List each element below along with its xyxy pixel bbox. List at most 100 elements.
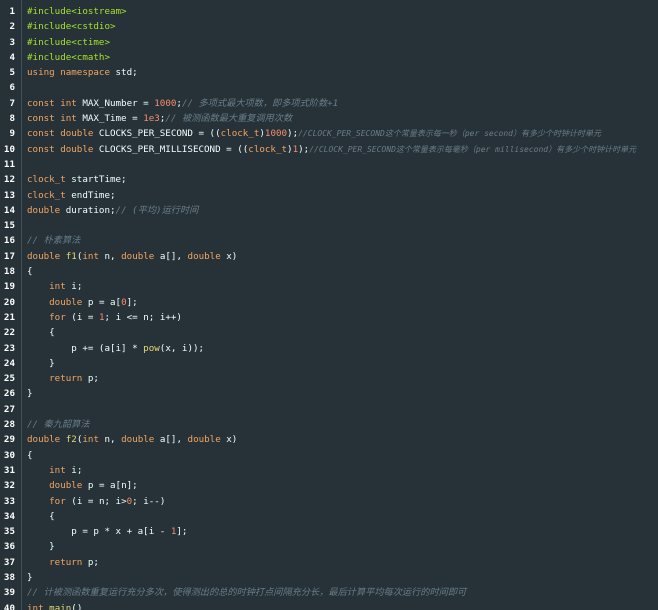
code-token: MAX_Time = bbox=[76, 113, 144, 125]
code-token: double bbox=[27, 204, 61, 216]
code-token: x) bbox=[220, 250, 238, 262]
line-number: 19 bbox=[3, 281, 15, 293]
code-token: const double bbox=[27, 128, 94, 140]
code-line[interactable]: { bbox=[27, 509, 658, 524]
code-token: double bbox=[49, 480, 83, 492]
code-token: } bbox=[27, 357, 55, 369]
code-line[interactable]: #include<iostream> bbox=[27, 4, 658, 19]
line-number: 31 bbox=[3, 464, 15, 476]
code-token: double bbox=[187, 434, 221, 446]
line-number: 26 bbox=[3, 388, 15, 400]
code-token: <ctime> bbox=[71, 36, 110, 48]
code-token: main bbox=[49, 602, 72, 610]
code-line[interactable]: #include<ctime> bbox=[27, 35, 658, 50]
code-token: ; i <= n; i++) bbox=[104, 311, 182, 323]
code-line[interactable]: } bbox=[27, 386, 658, 401]
code-line[interactable]: int i; bbox=[27, 463, 658, 478]
code-token: n, bbox=[98, 434, 122, 446]
code-line[interactable]: using namespace std; bbox=[27, 65, 658, 80]
code-token: p = a[n]; bbox=[82, 480, 138, 492]
code-token: n, bbox=[98, 250, 122, 262]
code-line[interactable]: // 计被测函数重复运行充分多次，使得测出的总的时钟打点间隔充分长，最后计算平均… bbox=[27, 585, 658, 600]
line-number: 3 bbox=[9, 36, 15, 48]
code-line[interactable]: double p = a[0]; bbox=[27, 295, 658, 310]
code-line[interactable]: // 朴素算法 bbox=[27, 233, 658, 248]
code-line[interactable]: // 秦九韶算法 bbox=[27, 417, 658, 432]
line-number: 23 bbox=[3, 342, 15, 354]
line-number: 32 bbox=[3, 480, 15, 492]
code-line[interactable]: for (i = 1; i <= n; i++) bbox=[27, 310, 658, 325]
code-line[interactable]: #include<cmath> bbox=[27, 50, 658, 65]
code-line[interactable]: const double CLOCKS_PER_SECOND = ((clock… bbox=[27, 126, 658, 141]
code-token: clock_t bbox=[220, 128, 260, 140]
code-line[interactable]: const int MAX_Time = 1e3;// 被测函数最大重复调用次数 bbox=[27, 111, 658, 126]
code-line[interactable]: int i; bbox=[27, 279, 658, 294]
code-token: return bbox=[49, 373, 83, 385]
code-token: ; i--) bbox=[132, 495, 166, 507]
code-editor[interactable]: 1 2 3 4 5 6 7 8 9 10 11 12 13 14 15 16 17 18 19 20 21 22 23 24 2… bbox=[0, 0, 658, 610]
code-token: (i = n; i> bbox=[65, 495, 127, 507]
code-token: f1 bbox=[65, 250, 77, 262]
code-token: double bbox=[49, 296, 83, 308]
code-line[interactable]: { bbox=[27, 325, 658, 340]
code-token: CLOCKS_PER_MILLISECOND = (( bbox=[93, 143, 249, 155]
line-number: 28 bbox=[3, 419, 15, 431]
code-token: clock_t bbox=[248, 143, 288, 155]
code-token: endTime; bbox=[65, 189, 116, 201]
line-number: 30 bbox=[3, 449, 15, 461]
code-token: // 被测函数最大重复调用次数 bbox=[165, 113, 293, 125]
code-line[interactable]: const double CLOCKS_PER_MILLISECOND = ((… bbox=[27, 142, 658, 157]
code-line[interactable]: { bbox=[27, 448, 658, 463]
code-line[interactable]: p += (a[i] * pow(x, i)); bbox=[27, 341, 658, 356]
code-area[interactable]: #include<iostream> #include<cstdio> #inclu… bbox=[27, 4, 658, 610]
code-line[interactable]: } bbox=[27, 539, 658, 554]
code-line[interactable] bbox=[27, 157, 658, 172]
code-token: int bbox=[82, 250, 99, 262]
line-number: 37 bbox=[3, 556, 15, 568]
code-token: clock_t bbox=[27, 174, 66, 186]
code-line[interactable]: return p; bbox=[27, 555, 658, 570]
code-token: MAX_Number = bbox=[76, 97, 155, 109]
code-token: #include bbox=[27, 36, 72, 48]
line-number: 10 bbox=[3, 143, 15, 155]
line-number: 24 bbox=[3, 357, 15, 369]
code-line[interactable]: { bbox=[27, 264, 658, 279]
code-line[interactable]: clock_t endTime; bbox=[27, 188, 658, 203]
line-number: 14 bbox=[3, 204, 15, 216]
code-token: double bbox=[27, 250, 61, 262]
code-line[interactable]: } bbox=[27, 570, 658, 585]
line-number: 33 bbox=[3, 495, 15, 507]
code-token: #include bbox=[27, 6, 72, 17]
code-line[interactable]: int main() bbox=[27, 601, 658, 610]
code-token: //CLOCK_PER_SECOND这个常量表示每毫秒（per millisec… bbox=[309, 144, 637, 154]
code-token: <iostream> bbox=[71, 6, 127, 17]
code-token: int bbox=[27, 602, 44, 610]
code-line[interactable] bbox=[27, 402, 658, 417]
code-line[interactable] bbox=[27, 218, 658, 233]
code-token: ); bbox=[287, 128, 299, 140]
code-line[interactable]: double duration;// (平均)运行时间 bbox=[27, 203, 658, 218]
code-token: <cstdio> bbox=[71, 21, 116, 33]
code-line[interactable]: for (i = n; i>0; i--) bbox=[27, 494, 658, 509]
code-line[interactable] bbox=[27, 80, 658, 95]
line-number: 12 bbox=[3, 174, 15, 186]
code-token: i; bbox=[65, 281, 83, 293]
code-token: std; bbox=[109, 67, 138, 79]
code-line[interactable]: return p; bbox=[27, 371, 658, 386]
code-token: #include bbox=[27, 51, 72, 63]
code-line[interactable]: clock_t startTime; bbox=[27, 172, 658, 187]
code-token: { bbox=[27, 266, 33, 278]
code-line[interactable]: #include<cstdio> bbox=[27, 19, 658, 34]
code-line[interactable]: double p = a[n]; bbox=[27, 478, 658, 493]
code-token: { bbox=[27, 510, 55, 522]
code-line[interactable]: double f2(int n, double a[], double x) bbox=[27, 432, 658, 447]
code-token: clock_t bbox=[27, 189, 66, 201]
line-number: 5 bbox=[9, 67, 15, 79]
code-line[interactable]: p = p * x + a[i - 1]; bbox=[27, 524, 658, 539]
code-line[interactable]: const int MAX_Number = 1000;// 多项式最大项数，即… bbox=[27, 96, 658, 111]
code-token: pow bbox=[143, 342, 160, 354]
code-line[interactable]: double f1(int n, double a[], double x) bbox=[27, 249, 658, 264]
code-line[interactable]: } bbox=[27, 356, 658, 371]
